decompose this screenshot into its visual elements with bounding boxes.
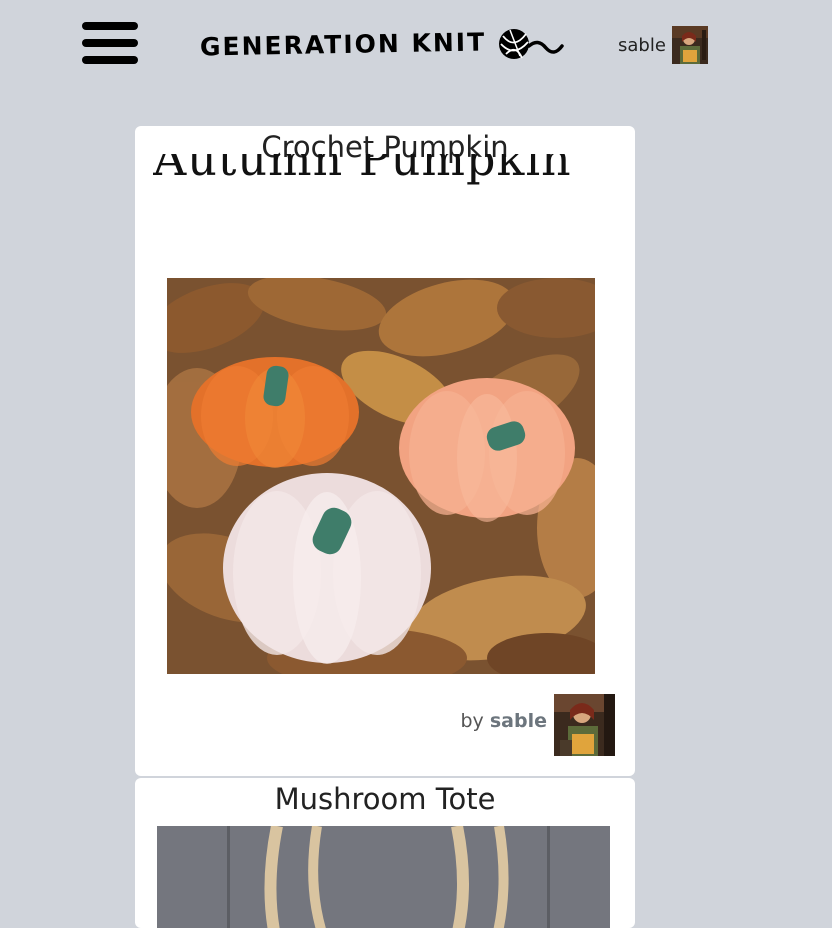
user-menu[interactable]: sable [618, 26, 708, 64]
logo-text: GENERATION KNIT [199, 27, 487, 61]
post-card[interactable]: Crochet Pumpkin Autumn Pumpkin by sable [135, 126, 635, 776]
top-navbar: GENERATION KNIT sable [0, 0, 832, 90]
pumpkin-cream [223, 473, 431, 664]
author-avatar[interactable] [554, 694, 615, 756]
image-heading: Autumn Pumpkin [153, 154, 572, 186]
post-author: by sable [460, 710, 548, 732]
avatar [671, 26, 708, 64]
user-name: sable [618, 34, 666, 56]
pumpkin-peach [399, 378, 575, 522]
pumpkin-orange [191, 357, 359, 468]
post-title[interactable]: Mushroom Tote [135, 782, 635, 816]
post-image[interactable] [167, 278, 595, 674]
author-link[interactable]: sable [490, 710, 547, 732]
hamburger-menu-icon[interactable] [82, 22, 138, 66]
post-image[interactable] [157, 826, 610, 928]
yarn-ball-icon [499, 29, 564, 59]
site-logo[interactable]: GENERATION KNIT [200, 24, 566, 64]
post-card[interactable]: Mushroom Tote [135, 778, 635, 928]
